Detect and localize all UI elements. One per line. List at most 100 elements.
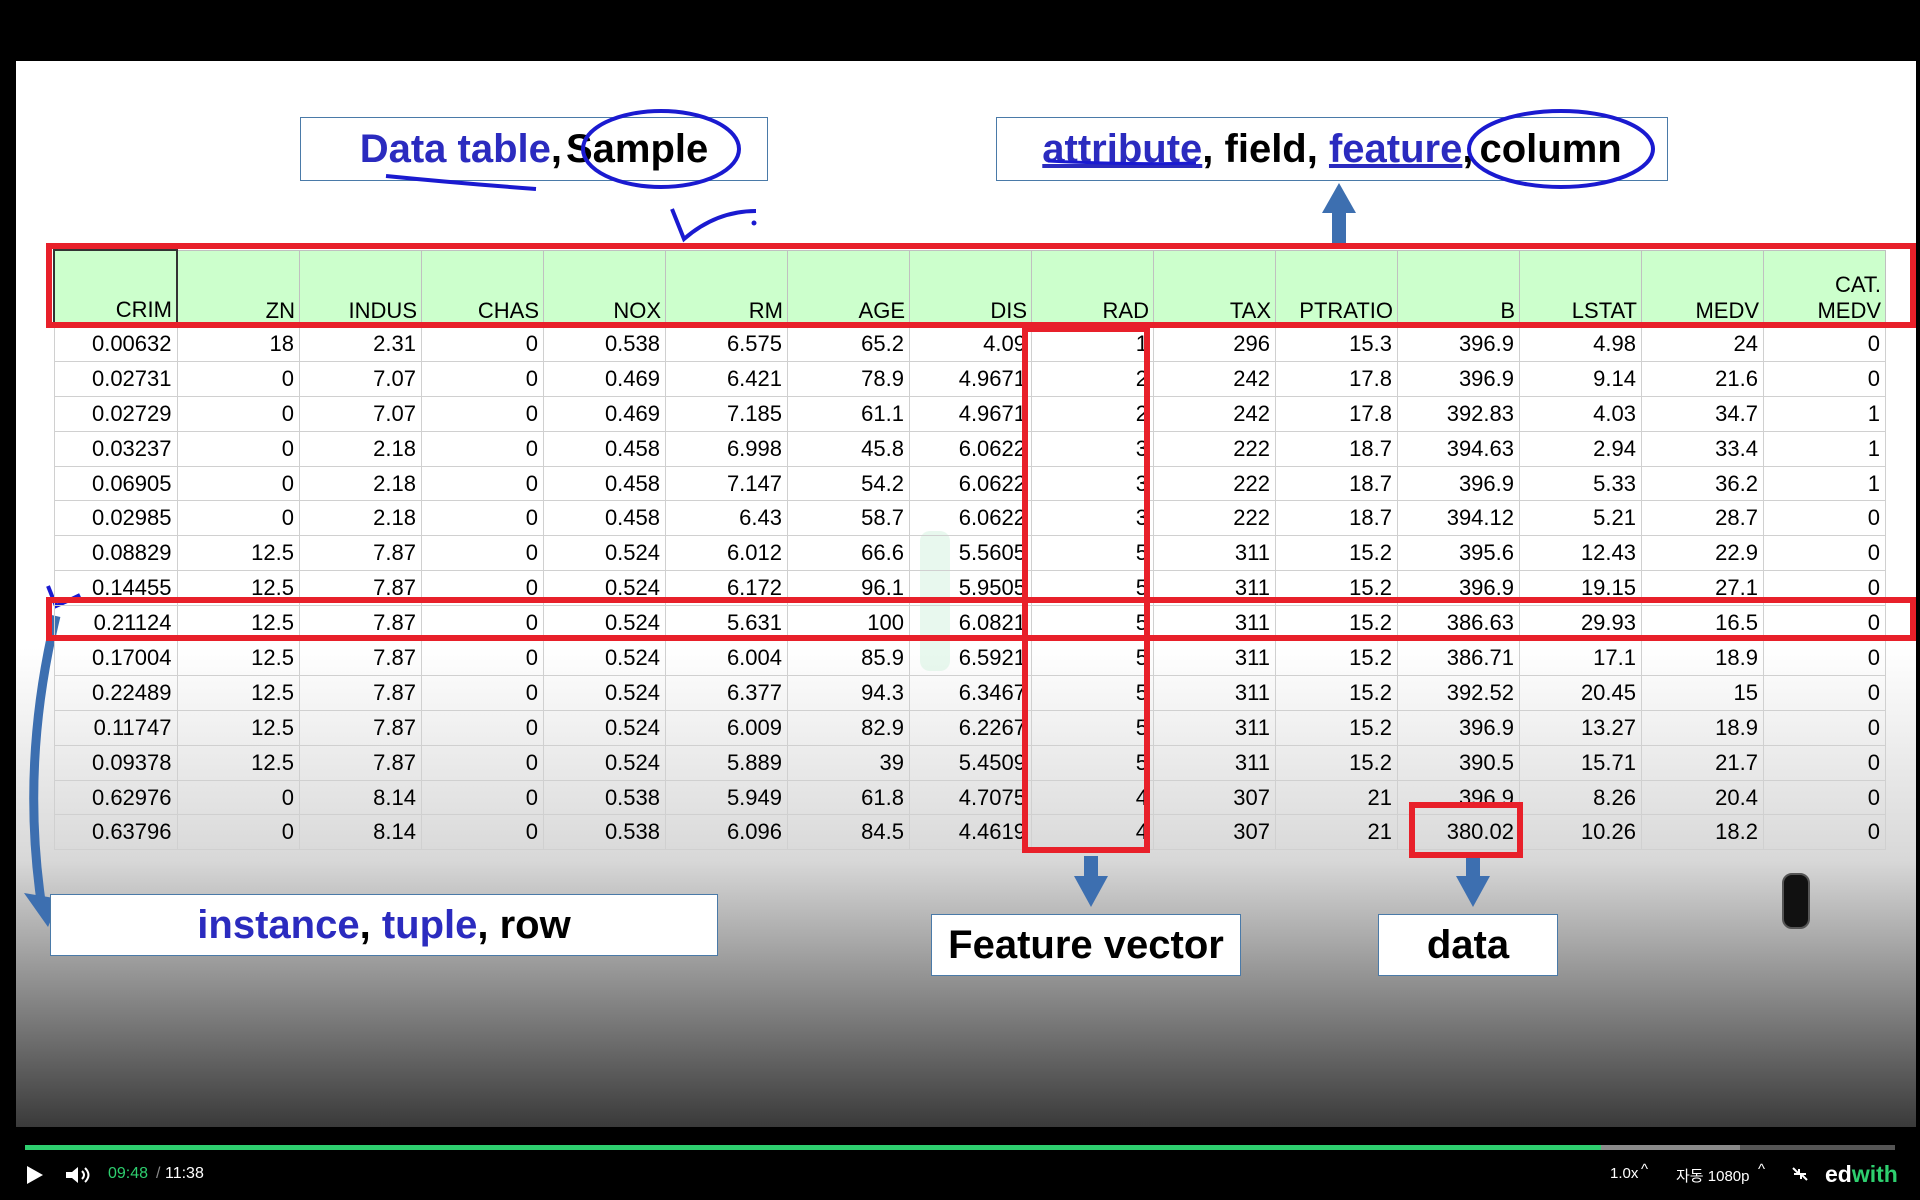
progress-bar[interactable]: [25, 1145, 1895, 1150]
table-cell: 1: [1763, 430, 1886, 467]
table-cell: 0: [1763, 674, 1886, 711]
table-cell: 6.096: [665, 814, 788, 851]
play-icon[interactable]: [24, 1164, 44, 1186]
table-cell: 1: [1763, 395, 1886, 432]
table-cell: 2: [1031, 360, 1154, 397]
column-circle: [1467, 109, 1655, 189]
table-cell: 396.9: [1397, 709, 1520, 746]
table-row: 0.02985 0 2.18 0 0.458 6.43 58.7 6.0622 3 222 18.7…: [53, 500, 1886, 537]
table-cell: 0: [1763, 640, 1886, 676]
table-cell: 0.03237: [53, 430, 178, 467]
table-cell: 311: [1153, 570, 1276, 607]
table-cell: 0.21124: [53, 605, 178, 642]
column-header: B: [1397, 249, 1520, 327]
table-cell: 6.3467: [909, 674, 1032, 711]
table-cell: 242: [1153, 395, 1276, 432]
logo-with: with: [1851, 1161, 1898, 1187]
time-separator: /: [156, 1165, 161, 1182]
speed-button[interactable]: 1.0x: [1610, 1165, 1638, 1182]
column-header: INDUS: [299, 249, 422, 327]
table-cell: 22.9: [1641, 535, 1764, 572]
table-row: 0.02731 0 7.07 0 0.469 6.421 78.9 4.9671 2 242 17.…: [53, 360, 1886, 397]
table-cell: 307: [1153, 814, 1276, 851]
table-cell: 15: [1641, 674, 1764, 711]
table-cell: 0: [176, 430, 300, 467]
table-cell: 5.4509: [909, 744, 1032, 781]
volume-icon[interactable]: [64, 1164, 96, 1186]
tuple-text: tuple: [381, 902, 478, 947]
table-cell: 12.5: [176, 674, 300, 711]
table-cell: 18.9: [1641, 640, 1764, 676]
table-cell: 0: [1763, 814, 1886, 851]
table-cell: 0.17004: [53, 640, 178, 676]
table-cell: 0.00632: [53, 325, 178, 362]
table-cell: 7.87: [299, 570, 422, 607]
table-cell: 0: [421, 360, 544, 397]
table-cell: 66.6: [787, 535, 910, 572]
table-cell: 307: [1153, 779, 1276, 816]
table-cell: 311: [1153, 535, 1276, 572]
table-row: 0.14455 12.5 7.87 0 0.524 6.172 96.1 5.9505 5 311…: [53, 570, 1886, 607]
table-cell: 34.7: [1641, 395, 1764, 432]
table-cell: 6.009: [665, 709, 788, 746]
table-cell: 2.18: [299, 465, 422, 502]
table-cell: 6.421: [665, 360, 788, 397]
table-cell: 85.9: [787, 640, 910, 676]
table-cell: 18.7: [1275, 430, 1398, 467]
table-cell: 0.469: [543, 395, 666, 432]
table-cell: 10.26: [1519, 814, 1642, 851]
table-cell: 5.631: [665, 605, 788, 642]
table-cell: 5: [1031, 640, 1154, 676]
arrow-down-shaft-1: [1084, 856, 1098, 878]
column-header: CRIM: [53, 249, 178, 327]
table-row: 0.06905 0 2.18 0 0.458 7.147 54.2 6.0622 3 222 18.…: [53, 465, 1886, 502]
logo-ed: ed: [1825, 1161, 1852, 1187]
table-cell: 395.6: [1397, 535, 1520, 572]
table-cell: 392.83: [1397, 395, 1520, 432]
table-cell: 82.9: [787, 709, 910, 746]
table-cell: 6.0622: [909, 430, 1032, 467]
instance-tuple-row-box: instance, tuple, row: [50, 894, 718, 956]
table-row: 0.00632 18 2.31 0 0.538 6.575 65.2 4.09 1 296 15.3…: [53, 325, 1886, 362]
table-cell: 33.4: [1641, 430, 1764, 467]
table-cell: 0.11747: [53, 709, 178, 746]
table-cell: 0.524: [543, 570, 666, 607]
table-cell: 3: [1031, 500, 1154, 537]
table-cell: 5: [1031, 709, 1154, 746]
table-cell: 61.8: [787, 779, 910, 816]
table-cell: 6.43: [665, 500, 788, 537]
table-cell: 19.15: [1519, 570, 1642, 607]
table-cell: 5.889: [665, 744, 788, 781]
table-cell: 0: [176, 814, 300, 851]
table-cell: 17.1: [1519, 640, 1642, 676]
table-cell: 0: [1763, 500, 1886, 537]
column-header: ZN: [176, 249, 300, 327]
table-cell: 386.63: [1397, 605, 1520, 642]
table-row: 0.17004 12.5 7.87 0 0.524 6.004 85.9 6.5921 5 311…: [53, 640, 1886, 676]
comma: ,: [359, 902, 382, 947]
table-cell: 0.458: [543, 500, 666, 537]
table-cell: 0: [1763, 744, 1886, 781]
table-cell: 2.31: [299, 325, 422, 362]
table-cell: 0.06905: [53, 465, 178, 502]
column-header: CAT. MEDV: [1763, 249, 1886, 327]
table-row: 0.03237 0 2.18 0 0.458 6.998 45.8 6.0622 3 222 18.…: [53, 430, 1886, 467]
table-cell: 12.5: [176, 640, 300, 676]
table-cell: 20.45: [1519, 674, 1642, 711]
column-header: RAD: [1031, 249, 1154, 327]
table-cell: 396.9: [1397, 779, 1520, 816]
table-cell: 6.0622: [909, 500, 1032, 537]
table-cell: 311: [1153, 709, 1276, 746]
table-cell: 54.2: [787, 465, 910, 502]
arrow-down-head-2: [1456, 876, 1490, 907]
table-cell: 28.7: [1641, 500, 1764, 537]
feature-underline: [1047, 159, 1197, 166]
table-cell: 0: [1763, 360, 1886, 397]
exit-fullscreen-icon[interactable]: [1790, 1165, 1810, 1183]
quality-button[interactable]: 자동 1080p: [1676, 1165, 1749, 1186]
table-cell: 7.87: [299, 535, 422, 572]
table-cell: 5: [1031, 605, 1154, 642]
arrow-down-head-1: [1074, 876, 1108, 907]
speed-chevron-icon: ^: [1641, 1161, 1649, 1178]
table-cell: 12.5: [176, 744, 300, 781]
